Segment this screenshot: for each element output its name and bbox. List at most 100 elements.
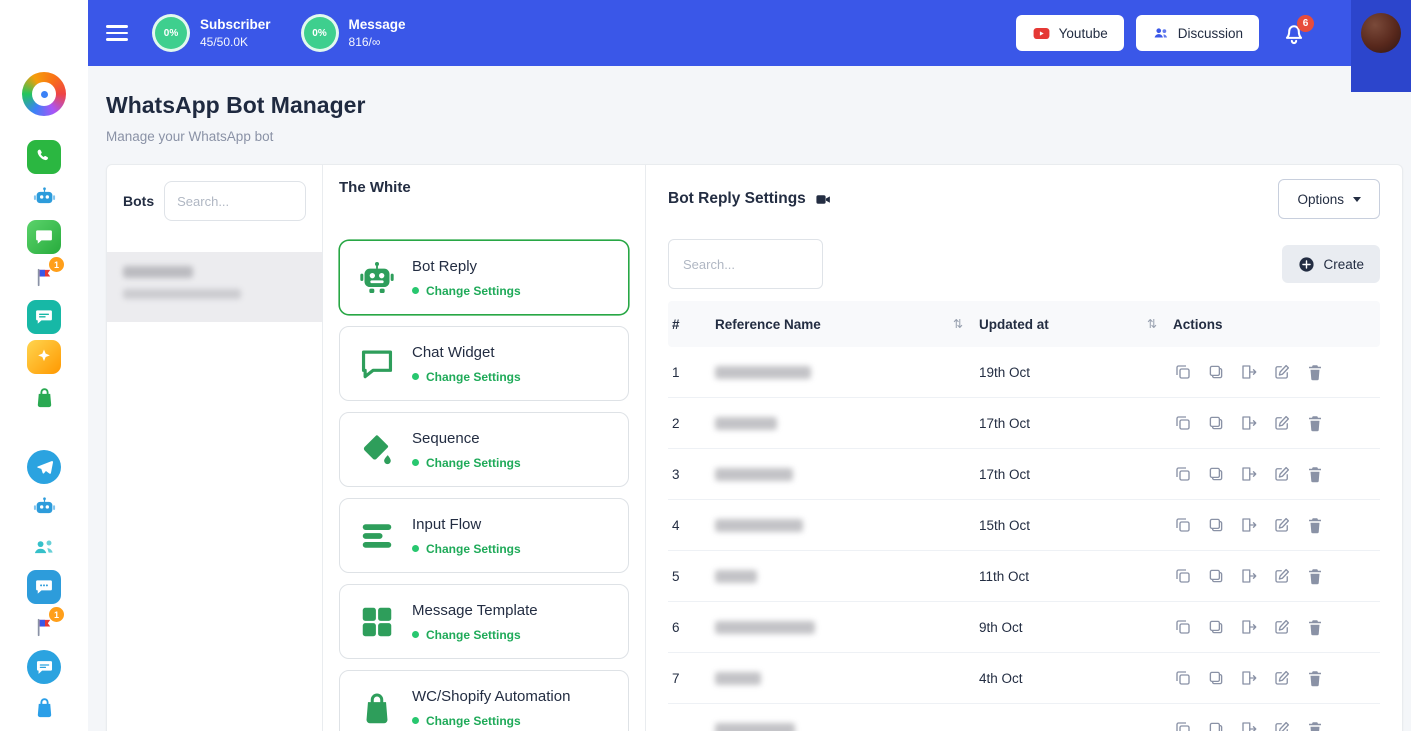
duplicate-icon[interactable] — [1173, 464, 1193, 484]
sort-reference-name-icon[interactable]: ⇅ — [953, 317, 963, 331]
video-camera-icon[interactable] — [815, 191, 832, 208]
setting-card[interactable]: WC/Shopify Automation Change Settings — [339, 670, 629, 731]
change-settings-link[interactable]: Change Settings — [426, 628, 521, 642]
setting-card[interactable]: Bot Reply Change Settings — [339, 240, 629, 315]
telegram-group-icon[interactable] — [27, 530, 61, 564]
edit-icon[interactable] — [1272, 617, 1292, 637]
user-menu[interactable] — [1351, 0, 1411, 92]
app-logo-icon[interactable] — [22, 72, 66, 116]
export-icon[interactable] — [1239, 617, 1259, 637]
redacted-reference-name — [715, 570, 757, 583]
setting-title: Bot Reply — [412, 258, 521, 275]
duplicate-icon[interactable] — [1173, 566, 1193, 586]
copy-icon[interactable] — [1206, 515, 1226, 535]
copy-icon[interactable] — [1206, 617, 1226, 637]
setting-card[interactable]: Message Template Change Settings — [339, 584, 629, 659]
bot-manager-panels: Bots The White Bot Reply — [106, 164, 1403, 731]
setting-card[interactable]: Input Flow Change Settings — [339, 498, 629, 573]
stat-value: 816/∞ — [349, 35, 406, 49]
edit-icon[interactable] — [1272, 719, 1292, 731]
youtube-button[interactable]: Youtube — [1016, 15, 1124, 51]
copy-icon[interactable] — [1206, 719, 1226, 731]
create-button[interactable]: Create — [1282, 245, 1380, 283]
edit-icon[interactable] — [1272, 362, 1292, 382]
copy-icon[interactable] — [1206, 413, 1226, 433]
telegram-chat-settings-icon[interactable] — [27, 570, 61, 604]
whatsapp-bot-icon[interactable] — [27, 180, 61, 214]
bots-search-input[interactable] — [164, 181, 306, 221]
export-icon[interactable] — [1239, 566, 1259, 586]
change-settings-link[interactable]: Change Settings — [426, 284, 521, 298]
telegram-chat-icon[interactable] — [27, 650, 61, 684]
setting-card[interactable]: Chat Widget Change Settings — [339, 326, 629, 401]
bot-list-item-selected[interactable] — [107, 252, 322, 322]
duplicate-icon[interactable] — [1173, 668, 1193, 688]
bot-reply-settings-panel: Bot Reply Settings Options Create — [646, 165, 1402, 731]
edit-icon[interactable] — [1272, 464, 1292, 484]
delete-icon[interactable] — [1305, 617, 1325, 637]
export-icon[interactable] — [1239, 515, 1259, 535]
export-icon[interactable] — [1239, 464, 1259, 484]
whatsapp-settings-icon[interactable] — [27, 220, 61, 254]
copy-icon[interactable] — [1206, 566, 1226, 586]
copy-icon[interactable] — [1206, 362, 1226, 382]
duplicate-icon[interactable] — [1173, 719, 1193, 731]
options-button[interactable]: Options — [1278, 179, 1380, 219]
edit-icon[interactable] — [1272, 668, 1292, 688]
export-icon[interactable] — [1239, 362, 1259, 382]
telegram-bot-icon[interactable] — [27, 490, 61, 524]
telegram-icon[interactable] — [27, 450, 61, 484]
copy-icon[interactable] — [1206, 668, 1226, 688]
duplicate-icon[interactable] — [1173, 515, 1193, 535]
usage-stat: 0% Message 816/∞ — [301, 14, 406, 52]
delete-icon[interactable] — [1305, 566, 1325, 586]
change-settings-link[interactable]: Change Settings — [426, 714, 521, 728]
redacted-reference-name — [715, 417, 777, 430]
change-settings-link[interactable]: Change Settings — [426, 542, 521, 556]
progress-circle: 0% — [152, 14, 190, 52]
delete-icon[interactable] — [1305, 413, 1325, 433]
redacted-reference-name — [715, 723, 795, 731]
edit-icon[interactable] — [1272, 515, 1292, 535]
table-row: 5 11th Oct — [668, 551, 1380, 602]
discussion-button[interactable]: Discussion — [1136, 15, 1259, 51]
setting-icon — [356, 343, 398, 385]
stat-value: 45/50.0K — [200, 35, 271, 49]
export-icon[interactable] — [1239, 413, 1259, 433]
avatar[interactable] — [1361, 13, 1401, 53]
telegram-shop-icon[interactable] — [27, 690, 61, 724]
copy-icon[interactable] — [1206, 464, 1226, 484]
notification-count-badge: 6 — [1297, 15, 1314, 32]
delete-icon[interactable] — [1305, 515, 1325, 535]
duplicate-icon[interactable] — [1173, 362, 1193, 382]
integrations-icon[interactable] — [27, 340, 61, 374]
edit-icon[interactable] — [1272, 413, 1292, 433]
whatsapp-shop-icon[interactable] — [27, 380, 61, 414]
export-icon[interactable] — [1239, 668, 1259, 688]
row-updated-at: 4th Oct — [979, 671, 1173, 686]
duplicate-icon[interactable] — [1173, 413, 1193, 433]
setting-card[interactable]: Sequence Change Settings — [339, 412, 629, 487]
whatsapp-chat-icon[interactable] — [27, 300, 61, 334]
change-settings-link[interactable]: Change Settings — [426, 370, 521, 384]
youtube-icon — [1032, 24, 1051, 43]
telegram-broadcast-icon[interactable]: 1 — [27, 610, 61, 644]
whatsapp-icon[interactable] — [27, 140, 61, 174]
export-icon[interactable] — [1239, 719, 1259, 731]
edit-icon[interactable] — [1272, 566, 1292, 586]
notifications-bell-icon[interactable]: 6 — [1281, 20, 1307, 46]
delete-icon[interactable] — [1305, 719, 1325, 731]
delete-icon[interactable] — [1305, 362, 1325, 382]
delete-icon[interactable] — [1305, 668, 1325, 688]
change-settings-link[interactable]: Change Settings — [426, 456, 521, 470]
duplicate-icon[interactable] — [1173, 617, 1193, 637]
topbar-actions: Youtube Discussion 6 — [1016, 15, 1307, 51]
topbar: 0% Subscriber 45/50.0K 0% Message 816/∞ … — [88, 0, 1411, 66]
delete-icon[interactable] — [1305, 464, 1325, 484]
reply-search-input[interactable] — [668, 239, 823, 289]
discussion-label: Discussion — [1178, 26, 1243, 41]
menu-toggle-icon[interactable] — [106, 25, 128, 40]
sort-updated-at-icon[interactable]: ⇅ — [1147, 317, 1157, 331]
reply-panel-title: Bot Reply Settings — [668, 190, 806, 208]
whatsapp-broadcast-icon[interactable]: 1 — [27, 260, 61, 294]
